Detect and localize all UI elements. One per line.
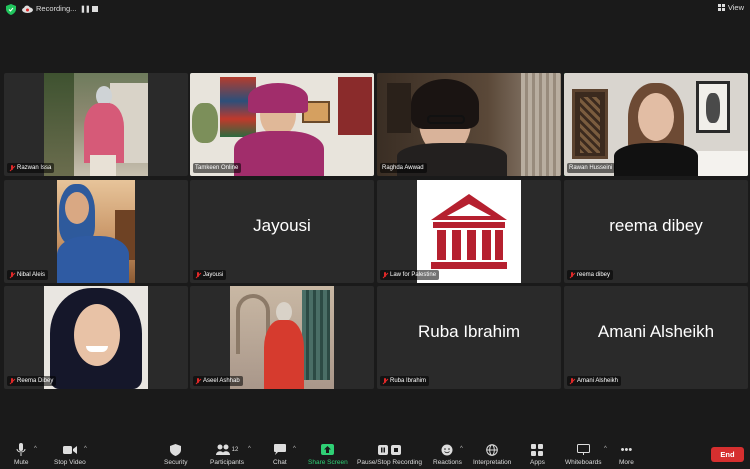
mic-muted-icon <box>9 271 15 279</box>
whiteboards-button[interactable]: Whiteboards <box>565 443 602 466</box>
mic-muted-icon <box>382 271 388 279</box>
video-tile-reema-dibey[interactable]: Reema Dibey <box>4 286 188 389</box>
participants-count: 12 <box>231 446 239 453</box>
pause-stop-recording-button[interactable]: Pause/Stop Recording <box>357 443 422 466</box>
video-tile-ruba-ibrahim[interactable]: Ruba Ibrahim Ruba Ibrahim <box>377 286 561 389</box>
participant-big-name: Ruba Ibrahim <box>417 322 521 341</box>
video-tile-raghda-awwad[interactable]: Raghda Awwad <box>377 73 561 176</box>
video-tile-nibal-aleis[interactable]: Nibal Aleis <box>4 180 188 283</box>
mic-muted-icon <box>569 271 575 279</box>
participant-name-label: Amani Alsheikh <box>567 376 622 386</box>
end-meeting-button[interactable]: End <box>711 447 744 462</box>
participants-button[interactable]: 12 Participants <box>210 443 244 466</box>
mic-muted-icon <box>195 271 201 279</box>
video-tile-law-for-palestine[interactable]: Law for Palestine <box>377 180 561 283</box>
mic-muted-icon <box>195 377 201 385</box>
video-options-caret-icon[interactable]: ^ <box>84 446 87 452</box>
chat-bubble-icon <box>273 444 286 455</box>
reactions-options-caret-icon[interactable]: ^ <box>460 446 463 452</box>
video-tile-amani-alsheikh[interactable]: Amani Alsheikh Amani Alsheikh <box>564 286 748 389</box>
whiteboard-icon <box>576 444 590 455</box>
shield-icon[interactable] <box>6 4 16 15</box>
more-button[interactable]: ••• More <box>619 443 634 467</box>
participant-video <box>57 180 135 283</box>
microphone-icon <box>16 443 26 456</box>
stop-recording-icon[interactable] <box>92 6 98 12</box>
participant-name-label: Raghda Awwad <box>380 163 427 173</box>
participants-icon <box>215 444 230 455</box>
participant-name-label: Nibal Aleis <box>7 270 49 280</box>
participant-name-label: Aseel Ashhab <box>193 376 243 386</box>
stop-icon <box>391 444 402 455</box>
participant-name-label: Razwan Issa <box>7 163 55 173</box>
participant-name-label: Tamkeen Online <box>193 163 242 173</box>
share-screen-icon <box>321 444 335 455</box>
mic-muted-icon <box>382 377 388 385</box>
video-tile-tamkeen-online[interactable]: Tamkeen Online <box>190 73 374 176</box>
participant-video <box>44 286 148 389</box>
audio-options-caret-icon[interactable]: ^ <box>34 446 37 452</box>
chat-options-caret-icon[interactable]: ^ <box>293 446 296 452</box>
mic-muted-icon <box>569 377 575 385</box>
reactions-smiley-icon <box>441 444 453 455</box>
participant-video <box>190 73 374 176</box>
participant-video <box>564 73 748 176</box>
recording-cloud-icon <box>22 5 33 13</box>
whiteboards-options-caret-icon[interactable]: ^ <box>604 446 607 452</box>
apps-button[interactable]: Apps <box>530 443 545 466</box>
video-tile-rawan-husseini[interactable]: Rawan Husseini <box>564 73 748 176</box>
participant-video <box>377 73 561 176</box>
video-tile-razwan-issa[interactable]: Razwan Issa <box>4 73 188 176</box>
video-tile-aseel-ashhab[interactable]: Aseel Ashhab <box>190 286 374 389</box>
pause-icon <box>378 444 389 455</box>
reactions-button[interactable]: Reactions <box>433 443 462 466</box>
meeting-toolbar: Mute ^ Stop Video ^ Security 12 Particip… <box>0 441 750 469</box>
mic-muted-icon <box>9 377 15 385</box>
video-tile-jayousi[interactable]: Jayousi Jayousi <box>190 180 374 283</box>
pause-recording-icon[interactable]: ❚❚ <box>80 5 91 13</box>
video-camera-icon <box>62 445 77 454</box>
law-for-palestine-logo <box>417 180 521 283</box>
top-bar: Recording... ❚❚ View <box>0 0 750 20</box>
participant-name-label: Reema Dibey <box>7 376 57 386</box>
apps-icon <box>531 443 544 456</box>
participant-big-name: Jayousi <box>253 216 311 235</box>
security-shield-icon <box>170 443 182 456</box>
mute-button[interactable]: Mute <box>14 443 28 466</box>
participant-name-label: Law for Palestine <box>380 270 440 280</box>
participant-name-label: Rawan Husseini <box>567 163 616 173</box>
stop-video-button[interactable]: Stop Video <box>54 443 86 466</box>
more-dots-icon: ••• <box>620 443 633 456</box>
globe-icon <box>486 443 498 456</box>
grid-view-icon <box>717 4 725 11</box>
interpretation-button[interactable]: Interpretation <box>473 443 511 466</box>
security-button[interactable]: Security <box>164 443 187 466</box>
mic-muted-icon <box>9 164 15 172</box>
participant-video <box>44 73 148 176</box>
participant-big-name: Amani Alsheikh <box>597 322 715 341</box>
chat-button[interactable]: Chat <box>273 443 287 466</box>
participant-video <box>230 286 334 389</box>
share-screen-button[interactable]: Share Screen <box>308 443 348 466</box>
recording-status: Recording... <box>36 4 77 13</box>
view-label: View <box>727 3 744 12</box>
building-logo-icon <box>431 194 507 269</box>
participant-name-label: Jayousi <box>193 270 227 280</box>
video-tile-reema-dibey-audio[interactable]: reema dibey reema dibey <box>564 180 748 283</box>
participant-name-label: Ruba Ibrahim <box>380 376 430 386</box>
participant-name-label: reema dibey <box>567 270 614 280</box>
participants-options-caret-icon[interactable]: ^ <box>248 446 251 452</box>
view-button[interactable]: View <box>717 3 744 12</box>
participant-big-name: reema dibey <box>609 216 703 235</box>
